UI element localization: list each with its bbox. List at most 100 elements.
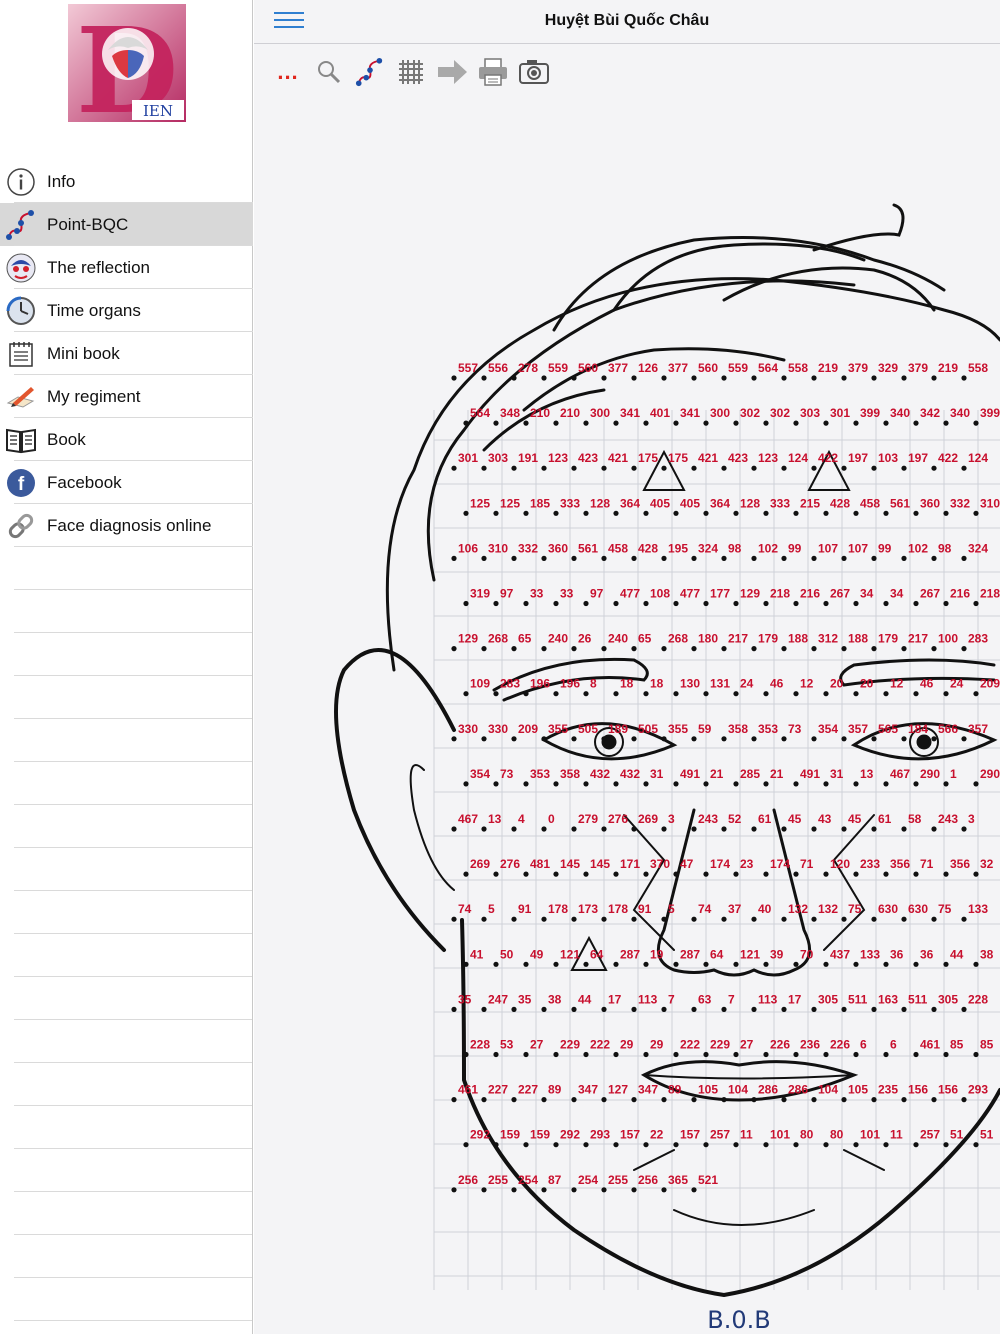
acupoint-dot[interactable] xyxy=(691,1006,697,1013)
acupoint-dot[interactable] xyxy=(673,1051,679,1058)
acupoint-label[interactable]: 286 xyxy=(788,1083,808,1097)
acupoint-dot[interactable] xyxy=(853,1051,859,1058)
acupoint-label[interactable]: 171 xyxy=(620,857,640,871)
acupoint-label[interactable]: 356 xyxy=(890,857,910,871)
acupoint-dot[interactable] xyxy=(721,826,727,832)
acupoint-label[interactable]: 91 xyxy=(518,902,532,916)
acupoint-label[interactable]: 38 xyxy=(548,992,562,1006)
acupoint-dot[interactable] xyxy=(571,465,577,471)
acupoint-label[interactable]: 233 xyxy=(860,857,880,871)
acupoint-dot[interactable] xyxy=(853,961,859,967)
acupoint-dot[interactable] xyxy=(853,600,859,607)
acupoint-label[interactable]: 159 xyxy=(500,1128,520,1142)
acupoint-label[interactable]: 44 xyxy=(950,947,964,961)
acupoint-dot[interactable] xyxy=(763,871,769,877)
acupoint-label[interactable]: 461 xyxy=(458,1083,478,1097)
acupoint-label[interactable]: 421 xyxy=(608,451,628,465)
acupoint-label[interactable]: 131 xyxy=(710,677,730,691)
acupoint-label[interactable]: 36 xyxy=(920,947,934,961)
acupoint-label[interactable]: 421 xyxy=(698,451,718,465)
acupoint-dot[interactable] xyxy=(601,826,607,832)
acupoint-label[interactable]: 218 xyxy=(980,587,1000,601)
acupoint-dot[interactable] xyxy=(841,826,847,832)
acupoint-dot[interactable] xyxy=(691,646,697,652)
acupoint-label[interactable]: 36 xyxy=(890,947,904,961)
acupoint-dot[interactable] xyxy=(973,691,979,697)
acupoint-dot[interactable] xyxy=(763,600,769,607)
acupoint-label[interactable]: 145 xyxy=(560,857,580,871)
acupoint-dot[interactable] xyxy=(613,420,619,426)
acupoint-label[interactable]: 64 xyxy=(590,947,604,961)
acupoint-label[interactable]: 267 xyxy=(920,587,940,601)
acupoint-dot[interactable] xyxy=(451,1097,457,1103)
acupoint-dot[interactable] xyxy=(661,916,667,922)
acupoint-label[interactable]: 561 xyxy=(890,496,910,510)
acupoint-dot[interactable] xyxy=(553,1051,559,1058)
acupoint-dot[interactable] xyxy=(943,1142,949,1148)
acupoint-dot[interactable] xyxy=(601,1097,607,1103)
acupoint-dot[interactable] xyxy=(451,1187,457,1193)
acupoint-label[interactable]: 109 xyxy=(470,677,490,691)
acupoint-label[interactable]: 27 xyxy=(740,1038,754,1052)
acupoint-label[interactable]: 630 xyxy=(908,902,928,916)
acupoint-dot[interactable] xyxy=(553,1142,559,1148)
acupoint-dot[interactable] xyxy=(451,555,457,561)
acupoint-dot[interactable] xyxy=(643,871,649,877)
acupoint-label[interactable]: 240 xyxy=(548,632,568,646)
acupoint-dot[interactable] xyxy=(871,465,877,471)
acupoint-label[interactable]: 267 xyxy=(830,587,850,601)
acupoint-label[interactable]: 5 xyxy=(668,902,675,916)
acupoint-dot[interactable] xyxy=(751,826,757,832)
acupoint-label[interactable]: 47 xyxy=(680,857,694,871)
acupoint-dot[interactable] xyxy=(961,826,967,832)
acupoint-dot[interactable] xyxy=(481,826,487,832)
acupoint-dot[interactable] xyxy=(793,781,799,787)
acupoint-label[interactable]: 21 xyxy=(770,767,784,781)
acupoint-label[interactable]: 210 xyxy=(530,406,550,420)
acupoint-label[interactable]: 105 xyxy=(848,1083,868,1097)
acupoint-dot[interactable] xyxy=(841,646,847,652)
acupoint-dot[interactable] xyxy=(913,600,919,607)
acupoint-dot[interactable] xyxy=(931,646,937,652)
acupoint-dot[interactable] xyxy=(691,736,697,742)
acupoint-dot[interactable] xyxy=(811,736,817,742)
acupoint-dot[interactable] xyxy=(661,465,667,471)
acupoint-label[interactable]: 303 xyxy=(800,406,820,420)
acupoint-label[interactable]: 80 xyxy=(800,1128,814,1142)
acupoint-dot[interactable] xyxy=(541,1187,547,1193)
acupoint-label[interactable]: 132 xyxy=(818,902,838,916)
acupoint-label[interactable]: 34 xyxy=(860,587,874,601)
acupoint-dot[interactable] xyxy=(871,736,877,742)
acupoint-dot[interactable] xyxy=(961,555,967,561)
acupoint-dot[interactable] xyxy=(613,871,619,877)
acupoint-label[interactable]: 113 xyxy=(758,992,778,1006)
acupoint-dot[interactable] xyxy=(811,555,817,561)
acupoint-label[interactable]: 477 xyxy=(620,587,640,601)
acupoint-dot[interactable] xyxy=(463,1142,469,1148)
acupoint-label[interactable]: 341 xyxy=(620,406,640,420)
acupoint-label[interactable]: 310 xyxy=(980,496,1000,510)
acupoint-dot[interactable] xyxy=(691,916,697,922)
acupoint-label[interactable]: 287 xyxy=(680,947,700,961)
acupoint-dot[interactable] xyxy=(751,375,757,381)
acupoint-label[interactable]: 505 xyxy=(578,722,598,736)
acupoint-dot[interactable] xyxy=(973,510,979,516)
acupoint-label[interactable]: 283 xyxy=(968,632,988,646)
acupoint-dot[interactable] xyxy=(883,961,889,967)
acupoint-dot[interactable] xyxy=(613,961,619,967)
sidebar-item-book[interactable]: Book xyxy=(0,418,253,461)
acupoint-label[interactable]: 347 xyxy=(578,1083,598,1097)
acupoint-dot[interactable] xyxy=(793,510,799,516)
acupoint-dot[interactable] xyxy=(691,465,697,471)
acupoint-dot[interactable] xyxy=(913,1142,919,1148)
acupoint-dot[interactable] xyxy=(631,916,637,922)
acupoint-dot[interactable] xyxy=(523,1142,529,1148)
acupoint-label[interactable]: 358 xyxy=(560,767,580,781)
acupoint-label[interactable]: 330 xyxy=(488,722,508,736)
acupoint-label[interactable]: 401 xyxy=(650,406,670,420)
acupoint-label[interactable]: 353 xyxy=(758,722,778,736)
acupoint-dot[interactable] xyxy=(751,736,757,742)
acupoint-dot[interactable] xyxy=(841,555,847,561)
acupoint-label[interactable]: 356 xyxy=(950,857,970,871)
acupoint-label[interactable]: 106 xyxy=(458,541,478,555)
